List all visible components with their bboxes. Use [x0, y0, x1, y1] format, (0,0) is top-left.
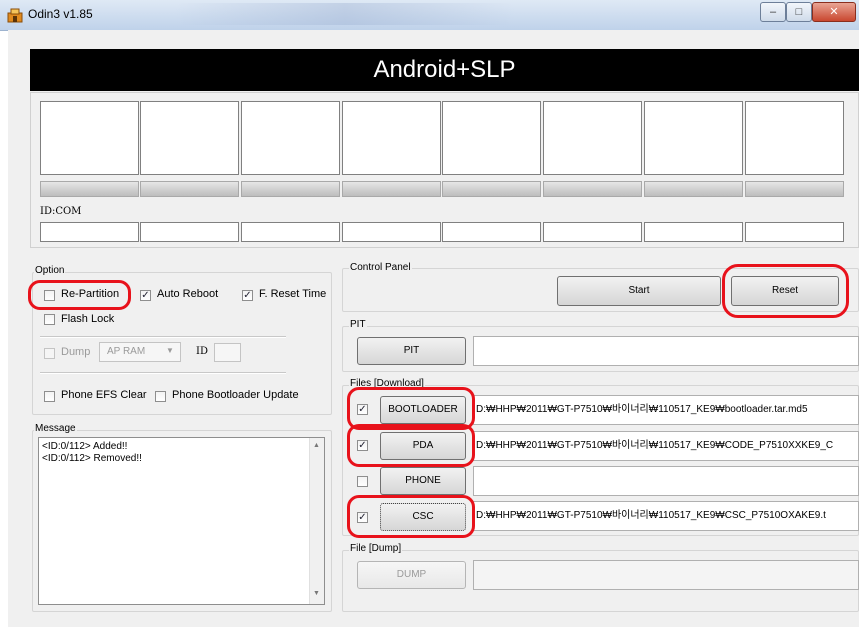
csc-path-field[interactable]: D:₩HHP₩2011₩GT-P7510₩바이너리₩110517_KE9₩CSC… — [473, 501, 859, 531]
port-slot-2 — [140, 101, 239, 175]
flash-lock-checkbox[interactable] — [44, 314, 55, 325]
port-progress-3 — [241, 181, 340, 197]
window-title: Odin3 v1.85 — [28, 7, 93, 21]
dump-id-label: ID — [196, 346, 208, 357]
control-panel-title: Control Panel — [349, 262, 412, 273]
maximize-button[interactable]: □ — [786, 2, 812, 22]
port-slot-5 — [442, 101, 541, 175]
odin-app-icon — [7, 8, 23, 23]
file-dump-title: File [Dump] — [349, 543, 403, 554]
phone-button[interactable]: PHONE — [380, 467, 466, 495]
port-slot-7 — [644, 101, 743, 175]
port-progress-5 — [442, 181, 541, 197]
model-banner: Android+SLP — [30, 49, 859, 91]
port-progress-8 — [745, 181, 844, 197]
csc-highlight — [347, 495, 475, 538]
chevron-down-icon: ▼ — [166, 346, 174, 355]
port-progress-1 — [40, 181, 139, 197]
phone-efs-clear-checkbox[interactable] — [44, 391, 55, 402]
f-reset-time-checkbox[interactable]: ✓ — [242, 290, 253, 301]
dump-path-field[interactable] — [473, 560, 859, 590]
message-group-title: Message — [34, 423, 77, 434]
pit-path-field[interactable] — [473, 336, 859, 366]
id-com-2 — [140, 222, 239, 242]
port-progress-2 — [140, 181, 239, 197]
start-button[interactable]: Start — [557, 276, 721, 306]
title-bar-blur — [175, 3, 515, 25]
close-button[interactable]: ✕ — [812, 2, 856, 22]
phone-checkbox[interactable] — [357, 476, 368, 487]
phone-bootloader-update-label: Phone Bootloader Update — [172, 389, 299, 401]
id-com-7 — [644, 222, 743, 242]
title-bar: Odin3 v1.85 – □ ✕ — [0, 0, 859, 31]
id-com-8 — [745, 222, 844, 242]
option-group-title: Option — [34, 265, 66, 276]
dump-source-select[interactable]: AP RAM ▼ — [99, 342, 181, 362]
message-log[interactable]: <ID:0/112> Added!! <ID:0/112> Removed!! — [38, 437, 325, 605]
scroll-up-icon[interactable]: ▲ — [313, 442, 320, 449]
phone-efs-clear-label: Phone EFS Clear — [61, 389, 147, 401]
phone-bootloader-update-checkbox[interactable] — [155, 391, 166, 402]
id-com-3 — [241, 222, 340, 242]
phone-path-field[interactable] — [473, 466, 859, 496]
dump-button[interactable]: DUMP — [357, 561, 466, 589]
dump-source-value: AP RAM — [107, 346, 146, 357]
pda-highlight — [347, 424, 475, 467]
message-scrollbar[interactable]: ▲ ▼ — [309, 438, 324, 604]
port-slot-4 — [342, 101, 441, 175]
re-partition-highlight — [28, 280, 131, 310]
port-progress-7 — [644, 181, 743, 197]
scroll-down-icon[interactable]: ▼ — [313, 590, 320, 597]
dump-id-field[interactable] — [214, 343, 241, 362]
message-line: <ID:0/112> Added!! — [42, 441, 128, 452]
option-separator-1 — [40, 336, 286, 338]
id-com-1 — [40, 222, 139, 242]
port-slot-1 — [40, 101, 139, 175]
port-slot-8 — [745, 101, 844, 175]
id-com-5 — [442, 222, 541, 242]
port-slot-6 — [543, 101, 642, 175]
dump-checkbox[interactable] — [44, 348, 55, 359]
flash-lock-label: Flash Lock — [61, 313, 115, 325]
pit-button[interactable]: PIT — [357, 337, 466, 365]
bootloader-path-field[interactable]: D:₩HHP₩2011₩GT-P7510₩바이너리₩110517_KE9₩boo… — [473, 395, 859, 425]
minimize-button[interactable]: – — [760, 2, 786, 22]
dump-label: Dump — [61, 346, 91, 358]
auto-reboot-checkbox[interactable]: ✓ — [140, 290, 151, 301]
pda-path-field[interactable]: D:₩HHP₩2011₩GT-P7510₩바이너리₩110517_KE9₩COD… — [473, 431, 859, 461]
auto-reboot-label: Auto Reboot — [157, 288, 219, 300]
id-com-4 — [342, 222, 441, 242]
option-separator-2 — [40, 372, 286, 374]
pit-title: PIT — [349, 319, 367, 330]
id-com-6 — [543, 222, 642, 242]
id-com-label: ID:COM — [40, 206, 82, 217]
port-progress-6 — [543, 181, 642, 197]
f-reset-time-label: F. Reset Time — [259, 288, 327, 300]
port-slot-3 — [241, 101, 340, 175]
port-progress-4 — [342, 181, 441, 197]
message-line: <ID:0/112> Removed!! — [42, 453, 142, 464]
reset-highlight — [722, 264, 849, 318]
